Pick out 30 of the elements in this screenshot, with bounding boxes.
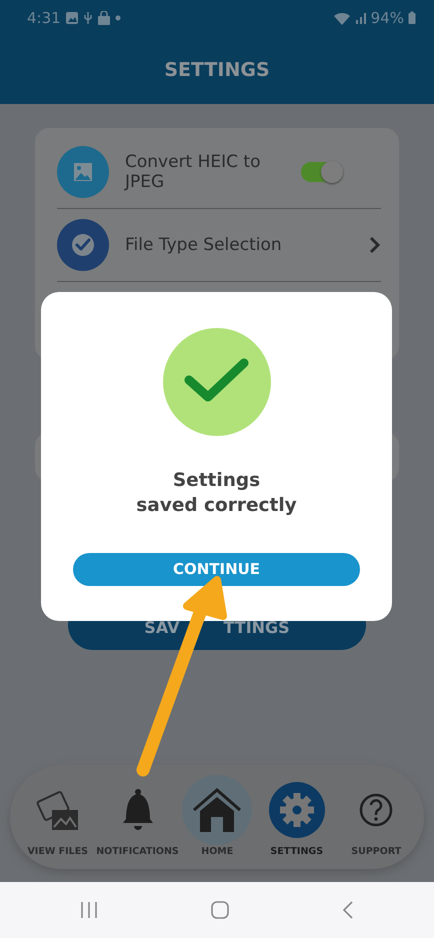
home-tab[interactable]: HOME — [178, 774, 257, 860]
setting-label: Convert HEIC to JPEG — [125, 152, 262, 192]
home-icon — [182, 774, 252, 845]
settings-tab[interactable]: SETTINGS — [257, 774, 336, 860]
wifi-icon — [332, 11, 351, 25]
setting-label: File Type Selection — [125, 234, 283, 256]
view-files-tab[interactable]: VIEW FILES — [18, 774, 98, 860]
image-icon — [57, 146, 109, 198]
chevron-right-icon[interactable] — [369, 236, 381, 254]
battery-icon — [408, 11, 416, 25]
signal-icon — [354, 11, 367, 25]
continue-button[interactable]: CONTINUE — [73, 552, 360, 586]
check-circle-icon — [57, 219, 109, 271]
support-tab[interactable]: SUPPORT — [336, 774, 416, 860]
bell-icon — [122, 789, 152, 830]
back-icon[interactable] — [340, 900, 355, 920]
dot-icon — [114, 15, 121, 21]
gallery-icon — [64, 11, 79, 25]
battery-percent-text: 94% — [370, 8, 404, 29]
home-button-icon[interactable] — [210, 900, 230, 920]
help-icon — [359, 792, 394, 827]
toggle-switch[interactable] — [301, 162, 341, 182]
settings-icon — [268, 782, 325, 838]
page-title: SETTINGS — [164, 58, 270, 83]
success-message: Settings saved correctly — [136, 469, 297, 518]
usb-icon — [82, 11, 93, 25]
success-check-icon — [162, 327, 272, 437]
notifications-tab[interactable]: NOTIFICATIONS — [98, 774, 178, 860]
clock-text: 4:31 — [27, 8, 61, 29]
recent-apps-icon[interactable] — [79, 900, 100, 920]
